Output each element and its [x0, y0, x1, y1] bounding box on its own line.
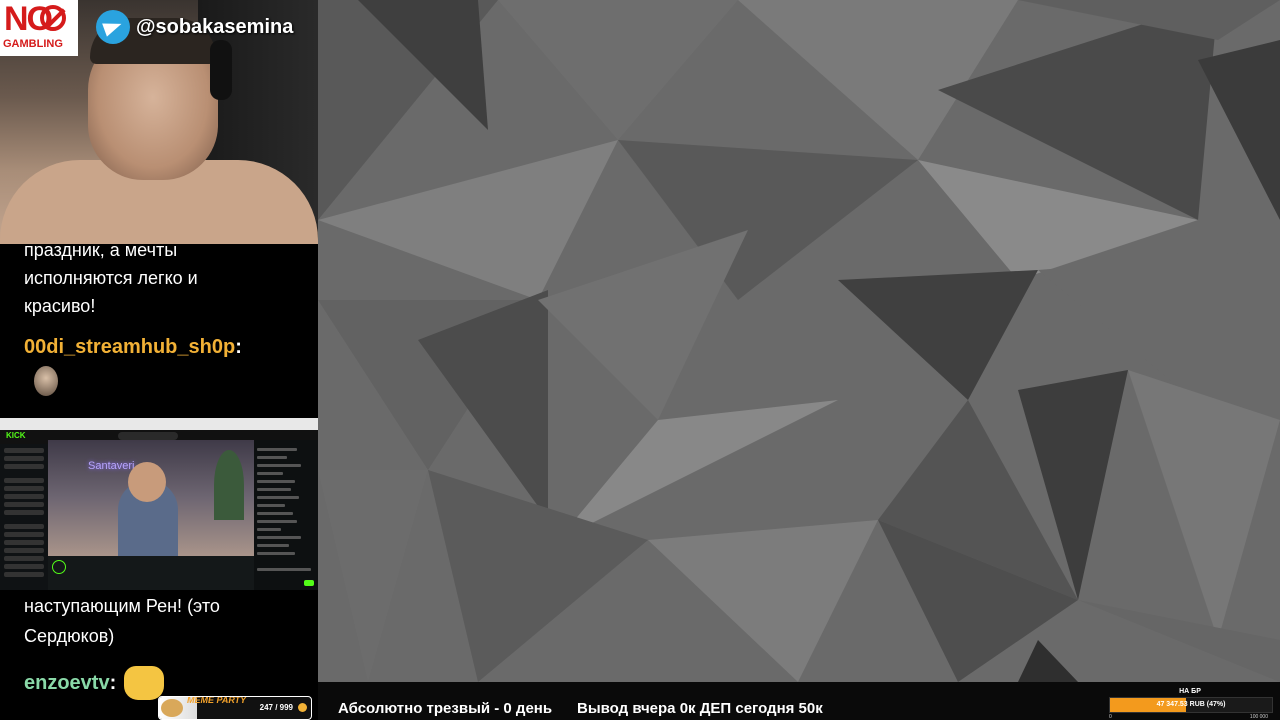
cat-emote-icon [124, 666, 164, 700]
kick-chat-line [257, 456, 287, 459]
sidebar-item [4, 556, 44, 561]
meme-party-count: 247 / 999 [259, 703, 293, 712]
kick-chat-line [257, 528, 281, 531]
telegram-icon [96, 10, 130, 44]
headphone [210, 40, 232, 100]
no-gambling-badge: NO GAMBLING [0, 0, 78, 56]
kick-chat-line [257, 512, 293, 515]
coin-icon [298, 703, 307, 712]
chat-overlay-top: праздник, а мечты исполняются легко и кр… [0, 240, 318, 418]
sidebar-item [4, 486, 44, 491]
chat-line: исполняются легко и [24, 268, 198, 288]
kick-sidebar [0, 444, 48, 590]
goal-value: 47 347.53 RUB (47%) [1156, 701, 1226, 708]
sidebar-item [4, 494, 44, 499]
chat-line: Сердюков) [24, 626, 115, 646]
christmas-tree [214, 450, 244, 520]
kick-chat-line [257, 448, 297, 451]
sidebar-item [4, 564, 44, 569]
kick-chat-line [257, 552, 295, 555]
chat-username-text: enzoevtv [24, 672, 110, 694]
kick-chat-line [257, 544, 289, 547]
kick-chat-line [257, 536, 301, 539]
chat-line: красиво! [24, 296, 96, 316]
prohibited-icon [40, 5, 66, 31]
kick-chat-line [257, 464, 301, 467]
meme-party-label: MEME PARTY [187, 696, 247, 705]
kick-logo: KICK [6, 431, 26, 440]
telegram-handle: @sobakasemina [136, 15, 294, 38]
goal-progress-bar: 47 347.53 RUB (47%) [1109, 697, 1273, 713]
kick-chat-line [257, 520, 297, 523]
chat-username-colon: : [235, 336, 242, 358]
sidebar-item [4, 548, 44, 553]
kick-browser-capture: KICK Santaveri [0, 418, 318, 590]
neon-sign: Santaveri [88, 460, 135, 472]
doge-icon [161, 699, 183, 717]
browser-tab-bar [0, 418, 318, 430]
goal-max: 100 000 [1249, 714, 1268, 720]
chat-emote-icon [34, 366, 58, 396]
kick-chat-panel [254, 440, 318, 590]
chat-username: enzoevtv: [24, 672, 116, 695]
kick-streamer-head [128, 462, 166, 502]
kick-chat-input [257, 568, 311, 571]
meme-party-widget: MEME PARTY 247 / 999 [158, 696, 312, 720]
kick-channel-avatar [52, 560, 66, 574]
webcam-feed: NO GAMBLING @sobakasemina [0, 0, 318, 244]
kick-search-input [118, 432, 178, 440]
no-gambling-text: GAMBLING [3, 38, 63, 50]
chat-username: 00di_streamhub_sh0p: [24, 336, 242, 359]
chat-username-colon: : [109, 672, 117, 694]
sidebar-item [4, 510, 44, 515]
chat-line: наступающим Рен! (это [24, 596, 220, 616]
goal-title: НА БР [1179, 688, 1201, 695]
kick-chat-line [257, 504, 285, 507]
kick-chat-line [257, 488, 291, 491]
kick-video-player: Santaveri [48, 440, 254, 556]
sidebar-item [4, 448, 44, 453]
left-column: NO GAMBLING @sobakasemina праздник, а ме… [0, 0, 318, 720]
sidebar-item [4, 478, 44, 483]
sidebar-item [4, 524, 44, 529]
goal-min: 0 [1109, 714, 1112, 720]
donation-goal-widget: НА БР 47 347.53 RUB (47%) 0 100 000 [1106, 684, 1274, 720]
sidebar-item [4, 464, 44, 469]
kick-chat-line [257, 480, 295, 483]
chat-username-text: 00di_streamhub_sh0p [24, 336, 236, 358]
sober-counter-text: Абсолютно трезвый - 0 день [338, 700, 553, 717]
kick-stream-info [48, 556, 254, 590]
telegram-handle-badge: @sobakasemina [96, 10, 293, 44]
polygon-background [318, 0, 1280, 682]
sidebar-item [4, 540, 44, 545]
low-poly-pattern [318, 0, 1280, 682]
sidebar-item [4, 572, 44, 577]
sidebar-item [4, 456, 44, 461]
kick-chat-send-button [304, 580, 314, 586]
kick-chat-line [257, 472, 283, 475]
sidebar-item [4, 532, 44, 537]
kick-chat-line [257, 496, 299, 499]
chat-line: праздник, а мечты [24, 240, 178, 260]
sidebar-item [4, 502, 44, 507]
deposit-withdraw-text: Вывод вчера 0к ДЕП сегодня 50к [577, 700, 823, 717]
